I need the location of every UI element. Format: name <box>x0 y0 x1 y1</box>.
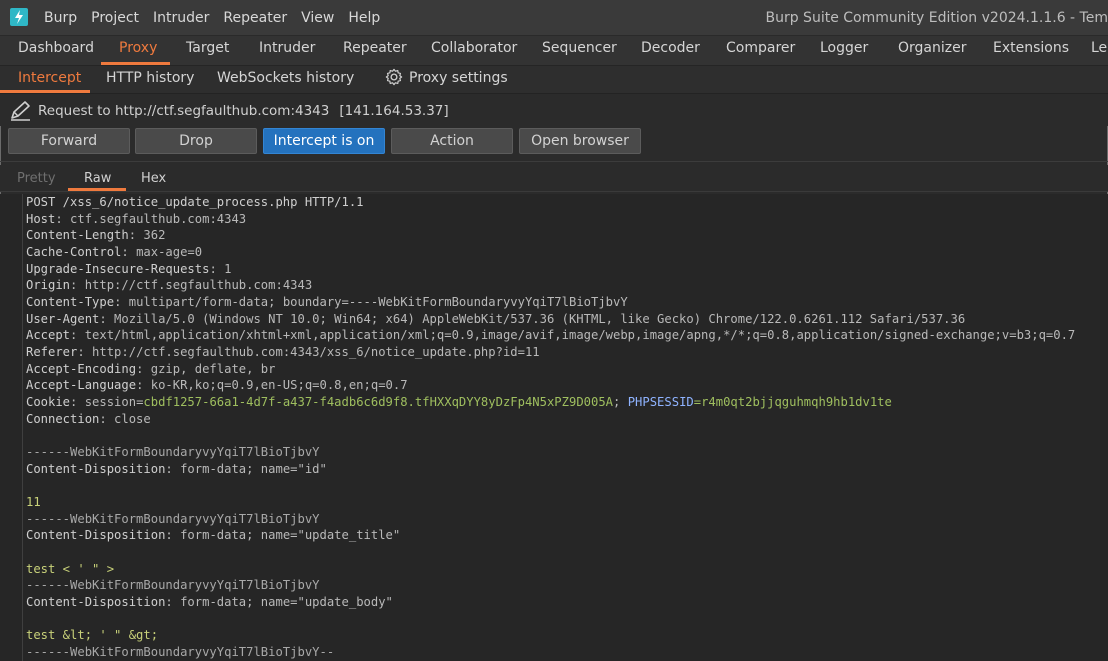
tab-learn[interactable]: Le <box>1091 40 1107 56</box>
header-value: : close <box>99 411 151 426</box>
header-value: : http://ctf.segfaulthub.com:4343 <box>70 278 313 293</box>
tab-dashboard[interactable]: Dashboard <box>18 40 94 56</box>
tab-proxy[interactable]: Proxy <box>119 40 157 56</box>
tab-comparer[interactable]: Comparer <box>726 40 795 56</box>
header-value: : ko-KR,ko;q=0.9,en-US;q=0.8,en;q=0.7 <box>136 378 408 393</box>
proxy-sub-tabs: Intercept HTTP history WebSockets histor… <box>0 65 1108 94</box>
intercept-toolbar: Forward Drop Intercept is on Action Open… <box>0 128 1108 156</box>
tab-websockets-history[interactable]: WebSockets history <box>217 70 354 86</box>
boundary-line: ------WebKitFormBoundaryvyYqiT7lBioTjbvY <box>26 445 320 459</box>
tab-decoder[interactable]: Decoder <box>641 40 700 56</box>
toolbar-divider <box>0 161 1108 162</box>
tab-http-history[interactable]: HTTP history <box>106 70 194 86</box>
main-tabs: Dashboard Proxy Target Intruder Repeater… <box>0 36 1108 65</box>
boundary-line-end: ------WebKitFormBoundaryvyYqiT7lBioTjbvY… <box>26 645 335 659</box>
header-value: : text/html,application/xhtml+xml,applic… <box>70 328 1076 343</box>
header-name: Content-Disposition <box>26 528 166 543</box>
header-value: : form-data; name="update_body" <box>165 595 393 609</box>
header-name: Content-Disposition <box>26 595 166 609</box>
header-value: : form-data; name="id" <box>165 461 327 476</box>
boundary-line: ------WebKitFormBoundaryvyYqiT7lBioTjbvY <box>26 511 320 526</box>
header-value: : max-age=0 <box>121 245 203 259</box>
open-browser-button[interactable]: Open browser <box>519 128 641 154</box>
tab-intruder[interactable]: Intruder <box>259 40 315 56</box>
gutter-divider <box>22 194 23 661</box>
tab-sequencer[interactable]: Sequencer <box>542 40 617 56</box>
intercept-toggle-button[interactable]: Intercept is on <box>263 128 385 154</box>
tab-pretty[interactable]: Pretty <box>17 171 56 186</box>
tab-hex[interactable]: Hex <box>141 171 166 186</box>
gear-icon[interactable] <box>385 68 403 86</box>
header-name: Accept-Language <box>26 378 137 393</box>
cookie-separator: ; <box>613 395 628 409</box>
cookie-phpsessid-value: =r4m0qt2bjjqguhmqh9hb1dv1te <box>693 395 892 409</box>
header-value: : gzip, deflate, br <box>136 361 276 376</box>
tab-extensions[interactable]: Extensions <box>993 40 1069 56</box>
header-value: : 362 <box>128 228 166 243</box>
pencil-icon <box>11 101 30 121</box>
request-line: POST /xss_6/notice_update_process.php HT… <box>26 195 364 209</box>
menu-bar: Burp Project Intruder Repeater View Help <box>44 0 394 36</box>
tab-organizer[interactable]: Organizer <box>898 40 966 56</box>
editor-tabs: Pretty Raw Hex <box>0 165 1108 191</box>
action-button[interactable]: Action <box>391 128 513 154</box>
header-name: User-Agent <box>26 311 100 326</box>
request-ip: [141.164.53.37] <box>339 103 449 119</box>
header-name: Content-Length <box>26 228 129 243</box>
header-name: Content-Disposition <box>26 461 166 476</box>
tab-repeater[interactable]: Repeater <box>343 40 407 56</box>
form-value-body: test &lt; ' " &gt; <box>26 628 159 643</box>
header-name: Origin <box>26 278 71 293</box>
header-name: Cookie <box>26 395 71 409</box>
request-target: Request to http://ctf.segfaulthub.com:43… <box>38 103 449 119</box>
tab-intercept[interactable]: Intercept <box>18 70 81 86</box>
menu-view[interactable]: View <box>301 10 334 26</box>
window-title: Burp Suite Community Edition v2024.1.1.6… <box>765 10 1108 26</box>
header-name: Upgrade-Insecure-Requests <box>26 261 210 276</box>
menu-help[interactable]: Help <box>348 10 380 26</box>
boundary-line: ------WebKitFormBoundaryvyYqiT7lBioTjbvY <box>26 578 320 593</box>
tab-logger[interactable]: Logger <box>820 40 868 56</box>
form-value-id: 11 <box>26 495 41 509</box>
tab-raw[interactable]: Raw <box>84 171 111 186</box>
header-value: : http://ctf.segfaulthub.com:4343/xss_6/… <box>77 345 540 359</box>
header-name: Accept <box>26 328 71 343</box>
tab-target[interactable]: Target <box>186 40 229 56</box>
header-name: Content-Type <box>26 295 115 309</box>
tab-collaborator[interactable]: Collaborator <box>431 40 517 56</box>
header-name: Accept-Encoding <box>26 361 137 376</box>
request-url: Request to http://ctf.segfaulthub.com:43… <box>38 103 330 119</box>
menu-project[interactable]: Project <box>91 10 139 26</box>
header-value: : multipart/form-data; boundary=----WebK… <box>114 295 628 309</box>
forward-button[interactable]: Forward <box>8 128 130 154</box>
menu-burp[interactable]: Burp <box>44 10 77 26</box>
editor-tabs-separator <box>0 191 1108 192</box>
proxy-settings-button[interactable]: Proxy settings <box>409 70 508 86</box>
cookie-session-value: cbdf1257-66a1-4d7f-a437-f4adb6c6d9f8.tfH… <box>143 395 614 409</box>
menu-repeater[interactable]: Repeater <box>223 10 287 26</box>
header-name: Cache-Control <box>26 245 122 259</box>
title-bar: Burp Project Intruder Repeater View Help… <box>0 0 1108 36</box>
tab-intercept-underline <box>0 90 90 93</box>
header-name: Connection <box>26 411 100 426</box>
menu-intruder[interactable]: Intruder <box>153 10 209 26</box>
form-value-title: test < ' " > <box>26 561 115 576</box>
burp-logo-icon <box>10 8 28 26</box>
header-name: Referer <box>26 345 78 359</box>
header-value: : ctf.segfaulthub.com:4343 <box>55 211 247 226</box>
header-value: : Mozilla/5.0 (Windows NT 10.0; Win64; x… <box>99 311 966 326</box>
header-value: : 1 <box>209 261 232 276</box>
request-editor[interactable]: 1POST /xss_6/notice_update_process.php H… <box>0 194 1108 661</box>
cookie-phpsessid-key: PHPSESSID <box>627 395 694 409</box>
header-value: : form-data; name="update_title" <box>165 528 401 543</box>
drop-button[interactable]: Drop <box>135 128 257 154</box>
header-name: Host <box>26 211 56 226</box>
cookie-session-key: : session= <box>70 395 144 409</box>
request-info-bar: Request to http://ctf.segfaulthub.com:43… <box>0 94 1108 126</box>
